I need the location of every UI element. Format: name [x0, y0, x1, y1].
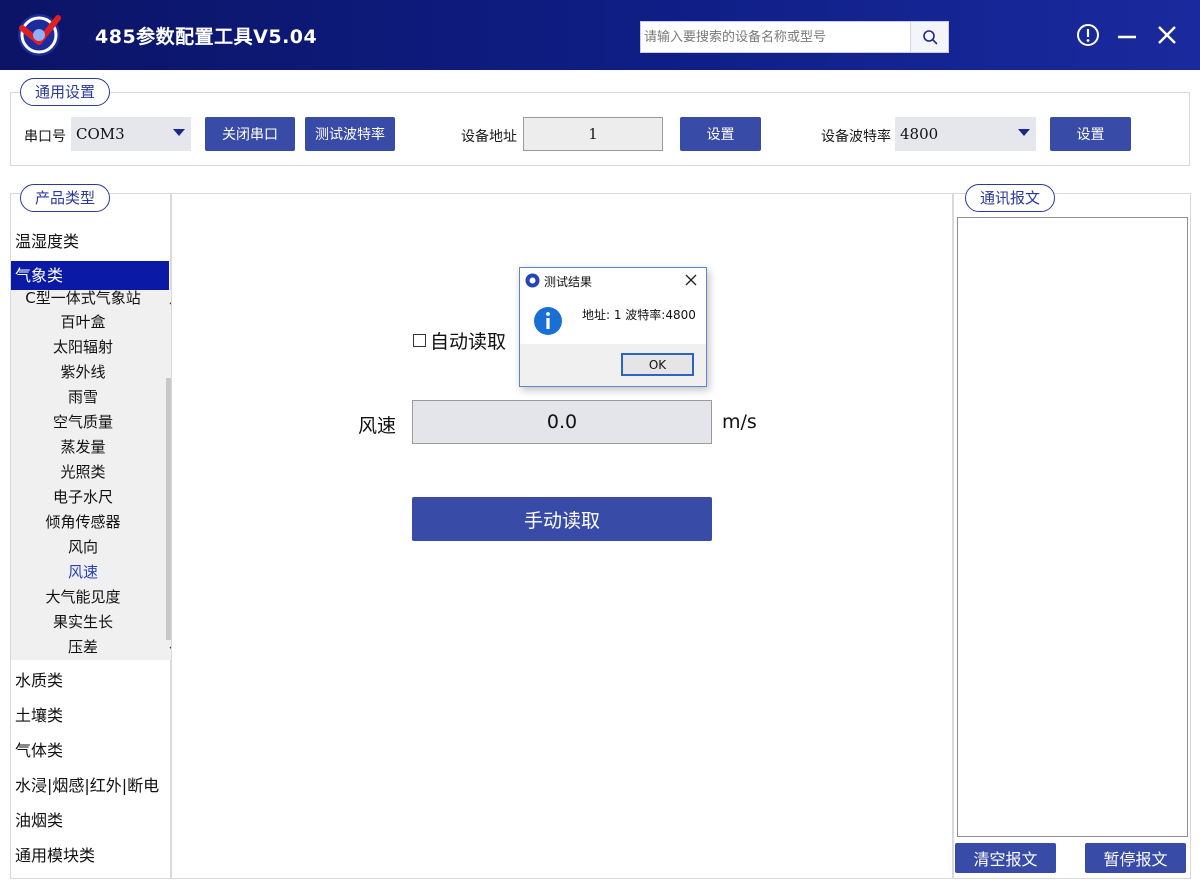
- wind-speed-value: 0.0: [412, 400, 712, 444]
- test-baud-button[interactable]: 测试波特率: [305, 117, 395, 151]
- info-icon: [1077, 24, 1099, 46]
- sub-item-selected[interactable]: 风速: [11, 560, 155, 585]
- sub-item[interactable]: 百叶盒: [11, 310, 155, 335]
- chevron-down-icon: [173, 129, 185, 136]
- sub-item[interactable]: 压差: [11, 635, 155, 660]
- category-item[interactable]: 气体类: [11, 736, 169, 766]
- comm-log-area[interactable]: [957, 217, 1188, 837]
- dialog-title: 测试结果: [544, 275, 593, 289]
- sub-item[interactable]: 电子水尺: [11, 485, 155, 510]
- category-item[interactable]: 土壤类: [11, 701, 169, 731]
- comm-log-label: 通讯报文: [965, 184, 1056, 212]
- app-title: 485参数配置工具V5.04: [95, 26, 318, 48]
- set-address-button[interactable]: 设置: [680, 117, 761, 151]
- wind-speed-unit: m/s: [722, 411, 757, 433]
- sub-item[interactable]: 蒸发量: [11, 435, 155, 460]
- test-result-dialog: 测试结果 地址: 1 波特率:4800 OK: [519, 267, 707, 387]
- baud-select[interactable]: 4800: [895, 117, 1036, 151]
- device-address-input[interactable]: 1: [523, 117, 663, 151]
- product-type-label: 产品类型: [20, 184, 111, 212]
- title-bar: 485参数配置工具V5.04: [0, 0, 1200, 70]
- minimize-button[interactable]: [1114, 22, 1140, 48]
- wind-speed-label: 风速: [358, 415, 397, 437]
- clear-log-button[interactable]: 清空报文: [955, 843, 1056, 873]
- about-button[interactable]: [1075, 22, 1101, 48]
- dialog-footer: OK: [520, 344, 706, 386]
- category-item[interactable]: 油烟类: [11, 806, 169, 836]
- sub-item[interactable]: 雨雪: [11, 385, 155, 410]
- sub-item[interactable]: 光照类: [11, 460, 155, 485]
- sub-item[interactable]: C型一体式气象站: [11, 290, 155, 311]
- port-select[interactable]: COM3: [71, 117, 191, 151]
- device-baud-label: 设备波特率: [821, 129, 891, 145]
- search-input[interactable]: [641, 22, 911, 52]
- category-item[interactable]: 水浸|烟感|红外|断电: [11, 771, 169, 801]
- chevron-down-icon: [1018, 129, 1030, 136]
- port-label: 串口号: [24, 129, 66, 145]
- checkbox-box[interactable]: [413, 334, 426, 347]
- search-icon: [922, 30, 937, 45]
- dialog-message: 地址: 1 波特率:4800: [582, 308, 696, 322]
- sub-item[interactable]: 倾角传感器: [11, 510, 155, 535]
- sub-item[interactable]: 空气质量: [11, 410, 155, 435]
- set-baud-button[interactable]: 设置: [1050, 117, 1131, 151]
- close-port-button[interactable]: 关闭串口: [205, 117, 295, 151]
- baud-select-value: 4800: [900, 125, 939, 143]
- manual-read-button[interactable]: 手动读取: [412, 497, 712, 541]
- auto-read-checkbox[interactable]: 自动读取: [413, 327, 506, 354]
- category-item[interactable]: 温湿度类: [11, 227, 169, 257]
- sub-item[interactable]: 太阳辐射: [11, 335, 155, 360]
- auto-read-label: 自动读取: [430, 331, 507, 353]
- category-item[interactable]: 通用模块类: [11, 841, 169, 871]
- category-item[interactable]: 水质类: [11, 666, 169, 696]
- port-select-value: COM3: [76, 125, 125, 143]
- subcategory-list[interactable]: C型一体式气象站 百叶盒 太阳辐射 紫外线 雨雪 空气质量 蒸发量 光照类 电子…: [11, 290, 171, 660]
- sub-item[interactable]: 风向: [11, 535, 155, 560]
- device-address-label: 设备地址: [461, 129, 517, 145]
- dialog-ok-button[interactable]: OK: [621, 353, 694, 376]
- search-box: [640, 21, 949, 53]
- general-settings-label: 通用设置: [20, 78, 111, 106]
- app-logo-icon: [18, 14, 61, 56]
- category-item-active[interactable]: 气象类: [11, 261, 169, 291]
- minimize-icon: [1118, 35, 1136, 39]
- sub-item[interactable]: 大气能见度: [11, 585, 155, 610]
- app-small-icon: [525, 273, 540, 288]
- info-icon: [534, 307, 562, 335]
- close-icon: [1158, 26, 1176, 44]
- sub-item[interactable]: 果实生长: [11, 610, 155, 635]
- sub-item[interactable]: 紫外线: [11, 360, 155, 385]
- pause-log-button[interactable]: 暂停报文: [1085, 843, 1186, 873]
- close-button[interactable]: [1154, 22, 1180, 48]
- dialog-close-icon[interactable]: [684, 273, 698, 287]
- search-button[interactable]: [910, 22, 948, 52]
